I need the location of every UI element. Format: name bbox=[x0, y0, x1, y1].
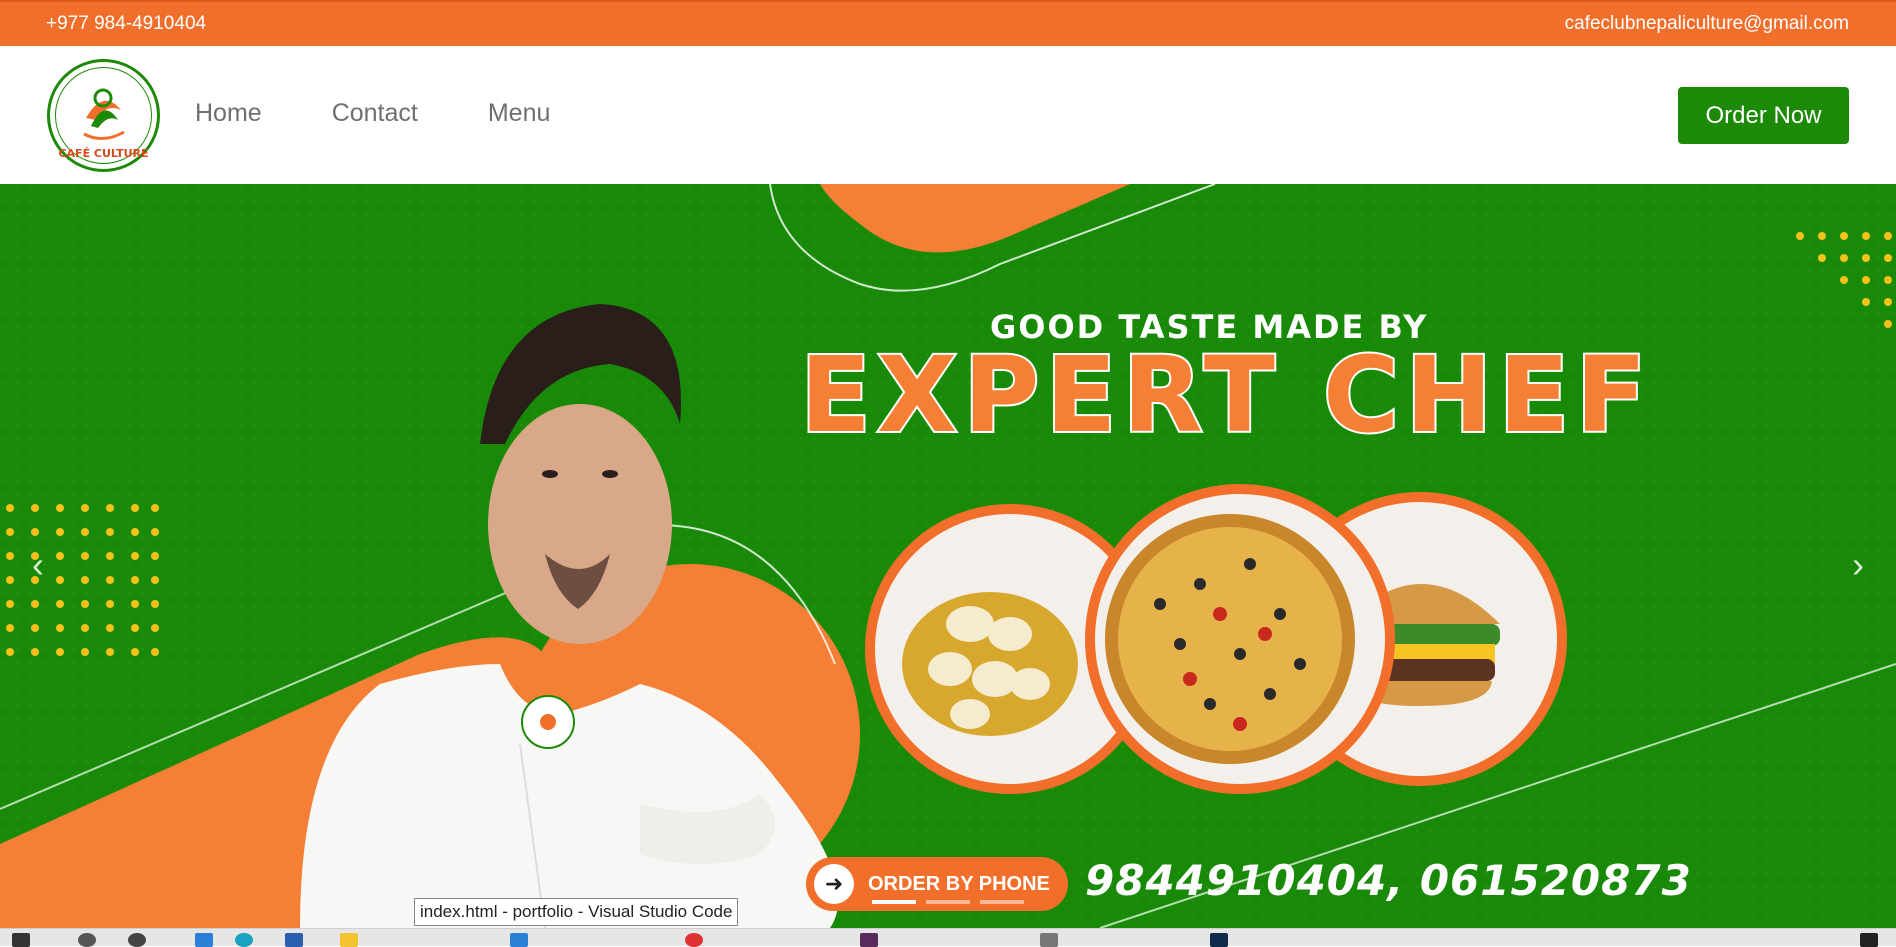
phone-number[interactable]: +977 984-4910404 bbox=[46, 13, 206, 35]
main-nav: Home Contact Menu bbox=[195, 99, 620, 128]
logo-text: CAFÉ CULTURE bbox=[58, 147, 148, 160]
hero-carousel: GOOD TASTE MADE BY EXPERT CHEF ‹ › ➜ ORD… bbox=[0, 184, 1896, 928]
email-address[interactable]: cafeclubnepaliculture@gmail.com bbox=[1565, 13, 1849, 35]
task-view-icon[interactable] bbox=[128, 933, 146, 947]
nav-contact[interactable]: Contact bbox=[332, 99, 418, 128]
chevron-left-icon[interactable]: ‹ bbox=[18, 544, 58, 586]
chrome-icon[interactable] bbox=[685, 933, 703, 947]
app-icon[interactable] bbox=[285, 933, 303, 947]
app-icon[interactable] bbox=[1040, 933, 1058, 947]
os-taskbar bbox=[0, 928, 1896, 947]
phone-numbers: 9844910404, 061520873 bbox=[1085, 856, 1692, 905]
arrow-right-icon: ➜ bbox=[814, 864, 854, 904]
nav-home[interactable]: Home bbox=[195, 99, 262, 128]
carousel-indicator[interactable] bbox=[980, 900, 1024, 904]
folder-icon[interactable] bbox=[340, 933, 358, 947]
site-header: CAFÉ CULTURE Home Contact Menu Order Now bbox=[0, 46, 1896, 184]
carousel-indicator[interactable] bbox=[872, 900, 916, 904]
search-icon[interactable] bbox=[78, 933, 96, 947]
edge-icon[interactable] bbox=[235, 933, 253, 947]
app-icon[interactable] bbox=[1210, 933, 1228, 947]
carousel-indicators bbox=[872, 900, 1024, 904]
nav-menu[interactable]: Menu bbox=[488, 99, 551, 128]
carousel-indicator[interactable] bbox=[926, 900, 970, 904]
order-by-phone-label: ORDER BY PHONE bbox=[868, 872, 1050, 895]
app-icon[interactable] bbox=[195, 933, 213, 947]
headline-big: EXPERT CHEF bbox=[798, 332, 1653, 458]
food-circles bbox=[865, 484, 1567, 794]
hero-banner-graphic bbox=[0, 184, 1896, 928]
vscode-icon[interactable] bbox=[510, 933, 528, 947]
taskbar-tooltip: index.html - portfolio - Visual Studio C… bbox=[414, 898, 739, 926]
order-now-button[interactable]: Order Now bbox=[1678, 87, 1849, 144]
start-icon[interactable] bbox=[12, 933, 30, 947]
notification-icon[interactable] bbox=[1860, 933, 1878, 947]
app-icon[interactable] bbox=[860, 933, 878, 947]
chevron-right-icon[interactable]: › bbox=[1838, 544, 1878, 586]
top-contact-bar: +977 984-4910404 cafeclubnepaliculture@g… bbox=[0, 0, 1896, 46]
cafe-culture-logo[interactable]: CAFÉ CULTURE bbox=[46, 58, 161, 173]
